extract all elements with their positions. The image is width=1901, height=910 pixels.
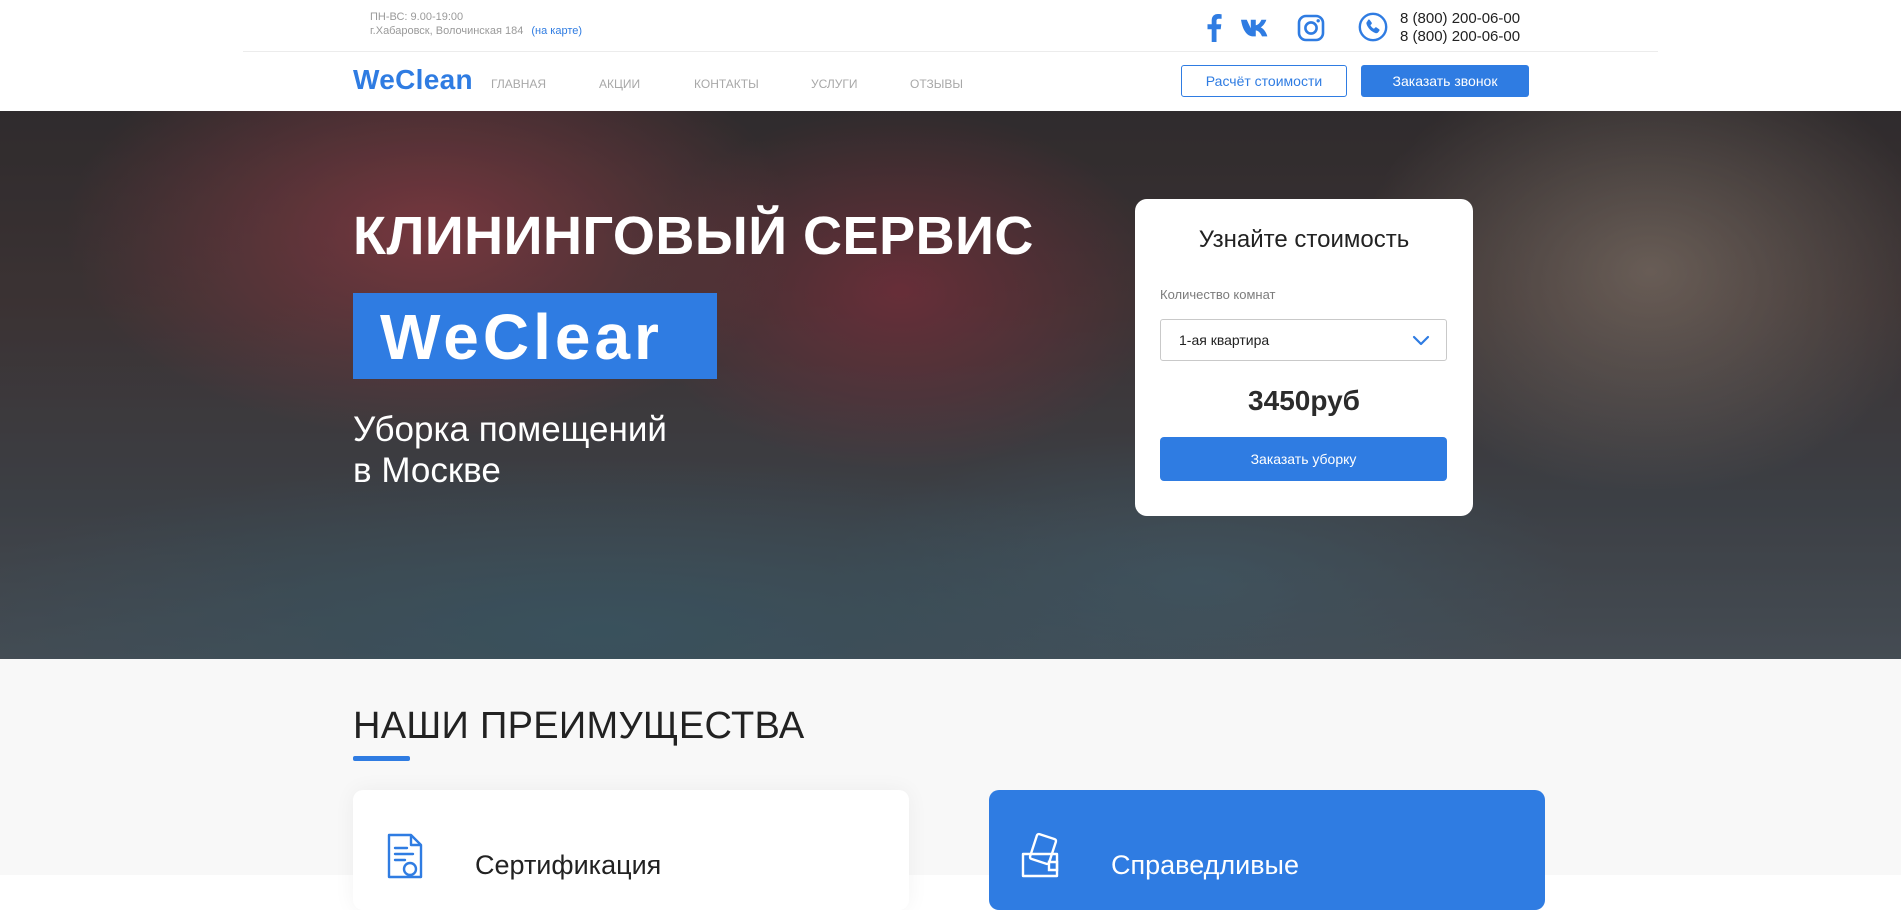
advantage-card-title: Справедливые bbox=[1111, 850, 1299, 880]
order-cleaning-button[interactable]: Заказать уборку bbox=[1160, 437, 1447, 481]
price-calculator-card: Узнайте стоимость Количество комнат 1-ая… bbox=[1135, 199, 1473, 516]
work-hours: ПН-ВС: 9.00-19:00 bbox=[370, 11, 464, 23]
rooms-select[interactable]: 1-ая квартира bbox=[1160, 319, 1447, 361]
phone-icon bbox=[1358, 12, 1388, 42]
vk-icon[interactable] bbox=[1241, 12, 1273, 44]
chevron-down-icon bbox=[1412, 333, 1430, 347]
hero-background-overlay bbox=[0, 111, 1901, 659]
logo[interactable]: WeClean bbox=[353, 64, 473, 96]
nav-item-promotions[interactable]: АКЦИИ bbox=[599, 77, 640, 91]
instagram-icon[interactable] bbox=[1295, 12, 1327, 44]
request-callback-button[interactable]: Заказать звонок bbox=[1361, 65, 1529, 97]
cost-calculation-button[interactable]: Расчёт стоимости bbox=[1181, 65, 1347, 97]
calculator-title: Узнайте стоимость bbox=[1198, 226, 1410, 253]
hero-brand: WeClear bbox=[380, 301, 663, 373]
hero-section: КЛИНИНГОВЫЙ СЕРВИС WeClear Уборка помеще… bbox=[0, 111, 1901, 659]
phone-number[interactable]: 8 (800) 200-06-00 bbox=[1400, 10, 1540, 28]
address: г.Хабаровск, Волочинская 184 bbox=[370, 25, 524, 37]
facebook-icon[interactable] bbox=[1198, 12, 1230, 44]
main-navbar: WeClean ГЛАВНАЯ АКЦИИ КОНТАКТЫ УСЛУГИ ОТ… bbox=[0, 52, 1901, 110]
calculated-price: 3450руб bbox=[1248, 385, 1360, 416]
nav-item-contacts[interactable]: КОНТАКТЫ bbox=[694, 77, 759, 91]
advantage-card: Справедливые bbox=[989, 790, 1545, 910]
nav-item-main[interactable]: ГЛАВНАЯ bbox=[491, 77, 546, 91]
certificate-icon bbox=[383, 832, 427, 880]
advantages-title: НАШИ ПРЕИМУЩЕСТВА bbox=[353, 705, 805, 747]
wallet-cards-icon bbox=[1019, 832, 1063, 880]
top-info-bar: ПН-ВС: 9.00-19:00 г.Хабаровск, Волочинск… bbox=[243, 0, 1658, 52]
advantage-card-title: Сертификация bbox=[475, 850, 662, 880]
advantage-card: Сертификация bbox=[353, 790, 909, 910]
rooms-select-value: 1-ая квартира bbox=[1179, 332, 1270, 348]
phone-numbers: 8 (800) 200-06-00 8 (800) 200-06-00 bbox=[1400, 10, 1540, 46]
hero-subtitle: Уборка помещений в Москве bbox=[353, 409, 667, 491]
hero-subtitle-line: в Москве bbox=[353, 451, 501, 490]
title-underline bbox=[353, 756, 410, 761]
contact-info: ПН-ВС: 9.00-19:00 г.Хабаровск, Волочинск… bbox=[370, 10, 582, 38]
map-link[interactable]: (на карте) bbox=[531, 25, 582, 37]
hero-brand-box: WeClear bbox=[353, 293, 717, 379]
rooms-label: Количество комнат bbox=[1160, 287, 1276, 302]
nav-item-reviews[interactable]: ОТЗЫВЫ bbox=[910, 77, 963, 91]
hero-title: КЛИНИНГОВЫЙ СЕРВИС bbox=[353, 206, 1034, 266]
hero-subtitle-line: Уборка помещений bbox=[353, 410, 667, 449]
nav-item-services[interactable]: УСЛУГИ bbox=[811, 77, 858, 91]
phone-number[interactable]: 8 (800) 200-06-00 bbox=[1400, 28, 1540, 46]
advantages-section: НАШИ ПРЕИМУЩЕСТВА Сертификация Справедли… bbox=[0, 659, 1901, 910]
